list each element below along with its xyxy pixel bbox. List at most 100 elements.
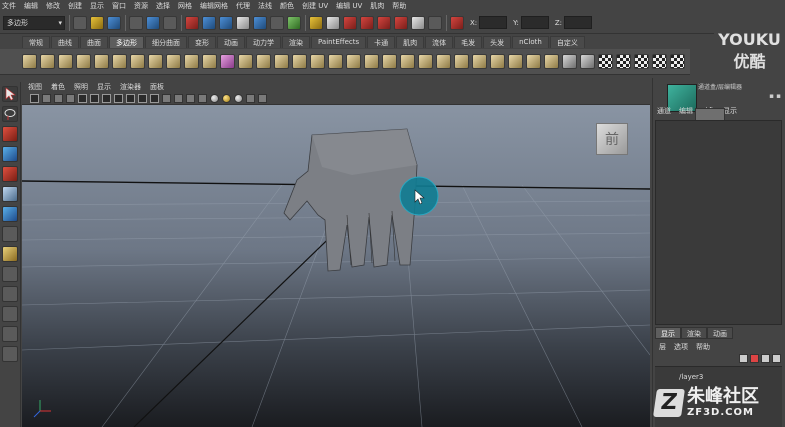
split-polygon-icon[interactable] bbox=[508, 54, 523, 69]
snap-plane-icon[interactable] bbox=[236, 15, 250, 30]
extrude-icon[interactable] bbox=[454, 54, 469, 69]
new-layer-icon[interactable] bbox=[739, 354, 748, 363]
layout-outliner-icon[interactable] bbox=[2, 326, 18, 342]
hypershade-icon[interactable] bbox=[394, 15, 408, 30]
uv-editor-icon[interactable] bbox=[670, 54, 685, 69]
menu-item[interactable]: 编辑 UV bbox=[336, 1, 362, 11]
poly-pipe-icon[interactable] bbox=[166, 54, 181, 69]
render-settings-icon[interactable] bbox=[377, 15, 391, 30]
new-layer-selected-icon[interactable] bbox=[750, 354, 759, 363]
menu-set-dropdown[interactable]: 多边形 ▾ bbox=[3, 15, 65, 30]
menu-item[interactable]: 资源 bbox=[134, 1, 148, 11]
hand-mesh[interactable] bbox=[283, 128, 418, 272]
snap-grid-icon[interactable] bbox=[185, 15, 199, 30]
bridge-icon[interactable] bbox=[472, 54, 487, 69]
shelf-tab[interactable]: 流体 bbox=[425, 36, 454, 48]
extract-icon[interactable] bbox=[274, 54, 289, 69]
channel-box-menu-item[interactable]: 编辑 bbox=[679, 107, 693, 115]
layout-single-icon[interactable] bbox=[2, 286, 18, 302]
bevel-icon[interactable] bbox=[580, 54, 595, 69]
panel-menu-item[interactable]: 渲染器 bbox=[120, 82, 141, 92]
snap-curve-icon[interactable] bbox=[202, 15, 216, 30]
spherical-map-icon[interactable] bbox=[634, 54, 649, 69]
panel-toggle-icons[interactable]: ▪ ▪ bbox=[769, 92, 781, 100]
shelf-tab[interactable]: 常规 bbox=[22, 36, 50, 48]
fill-hole-icon[interactable] bbox=[400, 54, 415, 69]
shelf-tab[interactable]: PaintEffects bbox=[311, 36, 367, 48]
safe-title-icon[interactable] bbox=[150, 93, 159, 103]
menu-item[interactable]: 颜色 bbox=[280, 1, 294, 11]
camera-select-icon[interactable] bbox=[30, 93, 39, 103]
shelf-tab[interactable]: 渲染 bbox=[282, 36, 310, 48]
poly-sphere-icon[interactable] bbox=[22, 54, 37, 69]
shelf-tab[interactable]: 变形 bbox=[188, 36, 216, 48]
menu-item[interactable]: 肌肉 bbox=[370, 1, 384, 11]
show-manipulator-icon[interactable] bbox=[2, 246, 18, 262]
menu-item[interactable]: 选择 bbox=[156, 1, 170, 11]
insert-edge-loop-icon[interactable] bbox=[526, 54, 541, 69]
poly-platonic-icon[interactable] bbox=[220, 54, 235, 69]
menu-item[interactable]: 文件 bbox=[2, 1, 16, 11]
poly-plane-icon[interactable] bbox=[94, 54, 109, 69]
move-layer-up-icon[interactable] bbox=[761, 354, 770, 363]
panel-menu-item[interactable]: 视图 bbox=[28, 82, 42, 92]
smooth-shade-icon[interactable] bbox=[174, 93, 183, 103]
shelf-tab[interactable]: 头发 bbox=[483, 36, 512, 48]
menu-item[interactable]: 修改 bbox=[46, 1, 60, 11]
ipr-render-icon[interactable] bbox=[360, 15, 374, 30]
panel-menu-item[interactable]: 照明 bbox=[74, 82, 88, 92]
safe-action-icon[interactable] bbox=[138, 93, 147, 103]
panel-menu-item[interactable]: 显示 bbox=[97, 82, 111, 92]
poly-cylinder-icon[interactable] bbox=[58, 54, 73, 69]
camera-attributes-icon[interactable] bbox=[42, 93, 51, 103]
menu-item[interactable]: 创建 UV bbox=[302, 1, 328, 11]
gate-mask-icon[interactable] bbox=[114, 93, 123, 103]
combine-icon[interactable] bbox=[238, 54, 253, 69]
coord-y-input[interactable] bbox=[520, 16, 549, 29]
select-tool-icon[interactable] bbox=[2, 86, 18, 102]
reduce-icon[interactable] bbox=[382, 54, 397, 69]
shadows-icon[interactable] bbox=[222, 93, 231, 103]
shelf-tab[interactable]: 自定义 bbox=[549, 36, 585, 48]
coord-x-input[interactable] bbox=[479, 16, 508, 29]
view-cube[interactable]: 前 bbox=[596, 123, 628, 155]
resolution-gate-icon[interactable] bbox=[102, 93, 111, 103]
construction-history-icon[interactable] bbox=[309, 15, 323, 30]
use-all-lights-icon[interactable] bbox=[210, 93, 219, 103]
shelf-tab[interactable]: 多边形 bbox=[109, 36, 144, 48]
menu-item[interactable]: 显示 bbox=[90, 1, 104, 11]
xray-joints-icon[interactable] bbox=[258, 93, 267, 103]
shelf-tab[interactable]: 曲线 bbox=[51, 36, 79, 48]
textured-icon[interactable] bbox=[198, 93, 207, 103]
shelf-tab[interactable]: 动画 bbox=[217, 36, 245, 48]
scale-tool-icon[interactable] bbox=[2, 186, 18, 202]
shelf-tab[interactable]: 卡通 bbox=[367, 36, 396, 48]
planar-map-icon[interactable] bbox=[598, 54, 613, 69]
poly-pyramid-icon[interactable] bbox=[148, 54, 163, 69]
soft-mod-tool-icon[interactable] bbox=[2, 226, 18, 242]
cylindrical-map-icon[interactable] bbox=[616, 54, 631, 69]
layout-four-icon[interactable] bbox=[2, 306, 18, 322]
shelf-tab[interactable]: 肌肉 bbox=[396, 36, 425, 48]
layer-menu-item[interactable]: 层 bbox=[659, 343, 666, 351]
menu-item[interactable]: 创建 bbox=[68, 1, 82, 11]
tool-settings-icon[interactable] bbox=[428, 15, 442, 30]
x-ray-icon[interactable] bbox=[234, 93, 243, 103]
rotate-tool-icon[interactable] bbox=[2, 166, 18, 182]
menu-item[interactable]: 网格 bbox=[178, 1, 192, 11]
coord-z-input[interactable] bbox=[564, 16, 593, 29]
input-ops-icon[interactable] bbox=[287, 15, 301, 30]
select-hierarchy-icon[interactable] bbox=[129, 15, 143, 30]
channel-box-menu-item[interactable]: 显示 bbox=[723, 107, 737, 115]
layout-graph-icon[interactable] bbox=[2, 346, 18, 362]
merge-vertices-icon[interactable] bbox=[562, 54, 577, 69]
move-layer-down-icon[interactable] bbox=[772, 354, 781, 363]
offset-edge-loop-icon[interactable] bbox=[544, 54, 559, 69]
field-chart-icon[interactable] bbox=[126, 93, 135, 103]
poly-torus-icon[interactable] bbox=[112, 54, 127, 69]
poly-cube-icon[interactable] bbox=[40, 54, 55, 69]
panel-menu-item[interactable]: 着色 bbox=[51, 82, 65, 92]
boolean-union-icon[interactable] bbox=[292, 54, 307, 69]
shelf-tab[interactable]: 毛发 bbox=[454, 36, 483, 48]
paint-select-tool-icon[interactable] bbox=[2, 126, 18, 142]
